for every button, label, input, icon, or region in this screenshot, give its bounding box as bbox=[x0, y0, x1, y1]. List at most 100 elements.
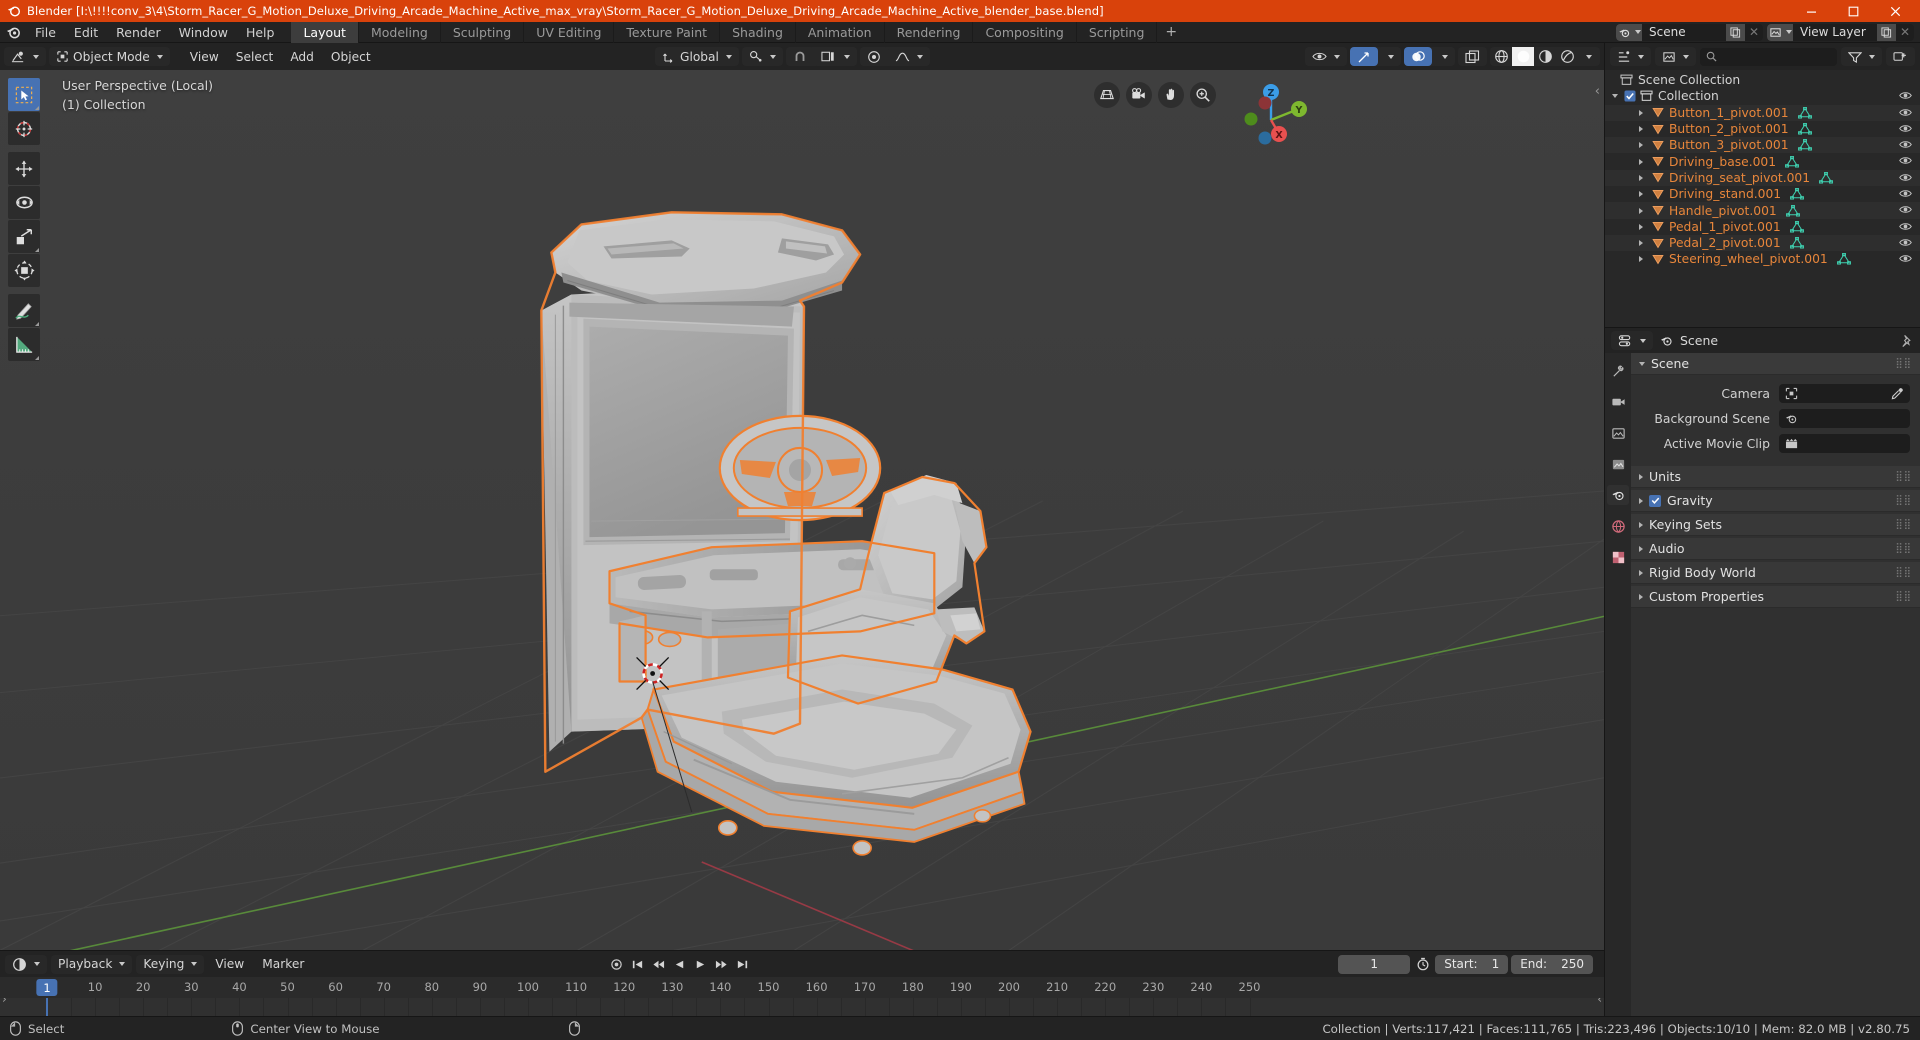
object-expand-triangle[interactable] bbox=[1635, 174, 1646, 181]
outliner-row-object[interactable]: Driving_seat_pivot.001 bbox=[1605, 169, 1920, 187]
visibility-eye-icon[interactable] bbox=[1899, 188, 1912, 199]
tab-texture-paint[interactable]: Texture Paint bbox=[614, 21, 721, 43]
mesh-data-icon[interactable] bbox=[1797, 139, 1812, 151]
object-expand-triangle[interactable] bbox=[1635, 223, 1646, 230]
section-expand-triangle[interactable] bbox=[1639, 521, 1643, 528]
mesh-data-icon[interactable] bbox=[1790, 188, 1805, 200]
show-overlays-button[interactable] bbox=[1404, 47, 1432, 66]
properties-tab-scene[interactable] bbox=[1607, 485, 1629, 505]
tool-annotate[interactable] bbox=[8, 294, 40, 327]
object-expand-triangle[interactable] bbox=[1635, 126, 1646, 133]
outliner-row-object[interactable]: Pedal_1_pivot.001 bbox=[1605, 219, 1920, 235]
menu-file[interactable]: File bbox=[26, 22, 65, 43]
mesh-data-icon[interactable] bbox=[1785, 204, 1800, 217]
tab-uv-editing[interactable]: UV Editing bbox=[524, 21, 615, 43]
timeline-menu-marker[interactable]: Marker bbox=[255, 955, 311, 974]
visibility-eye-icon[interactable] bbox=[1899, 90, 1912, 101]
outliner-row-object[interactable]: Button_1_pivot.001 bbox=[1605, 104, 1920, 121]
jump-to-end-button[interactable] bbox=[733, 955, 752, 974]
viewport-sidebar-toggle[interactable]: ‹ bbox=[1595, 84, 1600, 99]
3d-viewport[interactable]: User Perspective (Local) (1) Collection bbox=[0, 70, 1604, 950]
eyedropper-icon[interactable] bbox=[1891, 387, 1904, 400]
tab-sculpting[interactable]: Sculpting bbox=[441, 21, 525, 43]
mesh-data-icon[interactable] bbox=[1819, 171, 1834, 184]
camera-view-icon[interactable] bbox=[1126, 82, 1152, 108]
overlay-options-dropdown[interactable] bbox=[1432, 47, 1455, 66]
tab-compositing[interactable]: Compositing bbox=[973, 21, 1077, 43]
object-visibility-button[interactable] bbox=[1305, 47, 1347, 66]
properties-section-header[interactable]: Rigid Body World ⣿⣿ bbox=[1631, 562, 1920, 584]
mesh-data-icon[interactable] bbox=[1789, 220, 1804, 233]
material-preview-button[interactable] bbox=[1534, 47, 1556, 66]
properties-section-header[interactable]: Units ⣿⣿ bbox=[1631, 466, 1920, 488]
outliner-row-collection[interactable]: Collection bbox=[1605, 88, 1920, 104]
object-mode-selector[interactable]: Object Mode bbox=[49, 47, 170, 66]
outliner-tree[interactable]: Scene Collection Collection Button_1_pivot… bbox=[1605, 70, 1920, 327]
section-expand-triangle[interactable] bbox=[1639, 473, 1643, 480]
outliner-display-mode-selector[interactable] bbox=[1655, 47, 1696, 66]
section-expand-triangle[interactable] bbox=[1639, 545, 1643, 552]
properties-pin-icon[interactable] bbox=[1900, 334, 1914, 348]
collection-checkbox[interactable] bbox=[1624, 90, 1636, 102]
outliner-new-collection-button[interactable] bbox=[1886, 47, 1915, 66]
mesh-data-icon[interactable] bbox=[1797, 123, 1812, 135]
outliner-editor-type-selector[interactable] bbox=[1610, 47, 1651, 66]
blender-app-icon[interactable] bbox=[0, 25, 26, 40]
tool-select-box[interactable] bbox=[8, 78, 40, 111]
timeline-ruler[interactable]: 10 20 30 40 50 60 70 80 90 100 110 120 130 140 150 160 1… bbox=[0, 977, 1604, 998]
outliner-row-object[interactable]: Pedal_2_pivot.001 bbox=[1605, 234, 1920, 252]
properties-tab-render[interactable] bbox=[1607, 392, 1629, 412]
menu-help[interactable]: Help bbox=[237, 22, 284, 43]
new-view-layer-button[interactable] bbox=[1877, 23, 1896, 41]
mesh-data-icon[interactable] bbox=[1785, 155, 1800, 168]
properties-section-header[interactable]: Custom Properties ⣿⣿ bbox=[1631, 586, 1920, 608]
zoom-view-icon[interactable] bbox=[1190, 82, 1216, 108]
object-expand-triangle[interactable] bbox=[1635, 256, 1646, 263]
next-keyframe-button[interactable] bbox=[712, 955, 731, 974]
outliner-row-object[interactable]: Button_3_pivot.001 bbox=[1605, 137, 1920, 154]
outliner-filter-button[interactable] bbox=[1841, 47, 1882, 66]
pivot-point-selector[interactable] bbox=[859, 47, 888, 66]
properties-tab-texture[interactable] bbox=[1607, 547, 1629, 567]
section-expand-triangle[interactable] bbox=[1639, 569, 1643, 576]
remove-view-layer-button[interactable]: ✕ bbox=[1896, 23, 1914, 41]
viewport-menu-view[interactable]: View bbox=[183, 47, 226, 66]
timeline-menu-playback[interactable]: Playback bbox=[51, 954, 133, 974]
timeline-menu-keying[interactable]: Keying bbox=[136, 954, 205, 974]
outliner-row-object[interactable]: Driving_base.001 bbox=[1605, 153, 1920, 169]
properties-editor-type-selector[interactable] bbox=[1611, 331, 1653, 350]
outliner-row-scene-collection[interactable]: Scene Collection bbox=[1605, 72, 1920, 88]
timeline-playhead-badge[interactable]: 1 bbox=[36, 979, 58, 996]
properties-section-header[interactable]: Keying Sets ⣿⣿ bbox=[1631, 514, 1920, 536]
properties-tab-view-layer[interactable] bbox=[1607, 454, 1629, 474]
close-button[interactable] bbox=[1874, 0, 1916, 22]
camera-field[interactable] bbox=[1779, 383, 1910, 403]
object-expand-triangle[interactable] bbox=[1635, 191, 1646, 198]
visibility-eye-icon[interactable] bbox=[1899, 123, 1912, 134]
minimize-button[interactable] bbox=[1790, 0, 1832, 22]
timeline-playhead[interactable] bbox=[46, 998, 48, 1016]
tab-scripting[interactable]: Scripting bbox=[1077, 21, 1158, 43]
editor-type-selector[interactable] bbox=[4, 47, 46, 66]
mesh-data-icon[interactable] bbox=[1789, 237, 1804, 249]
timeline-right-expand-icon[interactable]: ‹ bbox=[1597, 998, 1602, 1006]
viewport-menu-object[interactable]: Object bbox=[324, 47, 378, 66]
visibility-eye-icon[interactable] bbox=[1899, 237, 1912, 248]
timeline-track-area[interactable]: › ‹ bbox=[0, 998, 1604, 1016]
current-frame-field[interactable]: 1 bbox=[1338, 954, 1411, 974]
tool-move[interactable] bbox=[8, 152, 40, 185]
mesh-data-icon[interactable] bbox=[1797, 106, 1812, 119]
tab-shading[interactable]: Shading bbox=[720, 21, 796, 43]
shading-options-dropdown[interactable] bbox=[1578, 47, 1600, 66]
pan-view-hand-icon[interactable] bbox=[1158, 82, 1184, 108]
properties-tab-output[interactable] bbox=[1607, 423, 1629, 443]
view-layer-selector[interactable]: View Layer ✕ bbox=[1767, 23, 1914, 41]
outliner-search-input[interactable] bbox=[1700, 47, 1837, 66]
tab-animation[interactable]: Animation bbox=[796, 21, 885, 43]
visibility-eye-icon[interactable] bbox=[1899, 155, 1912, 166]
transform-orientation-selector[interactable]: Global bbox=[655, 47, 739, 66]
outliner-row-object[interactable]: Steering_wheel_pivot.001 bbox=[1605, 251, 1920, 267]
outliner-row-object[interactable]: Driving_stand.001 bbox=[1605, 186, 1920, 202]
section-expand-triangle[interactable] bbox=[1639, 593, 1643, 600]
scene-panel-header[interactable]: Scene ⣿⣿ bbox=[1631, 353, 1920, 375]
